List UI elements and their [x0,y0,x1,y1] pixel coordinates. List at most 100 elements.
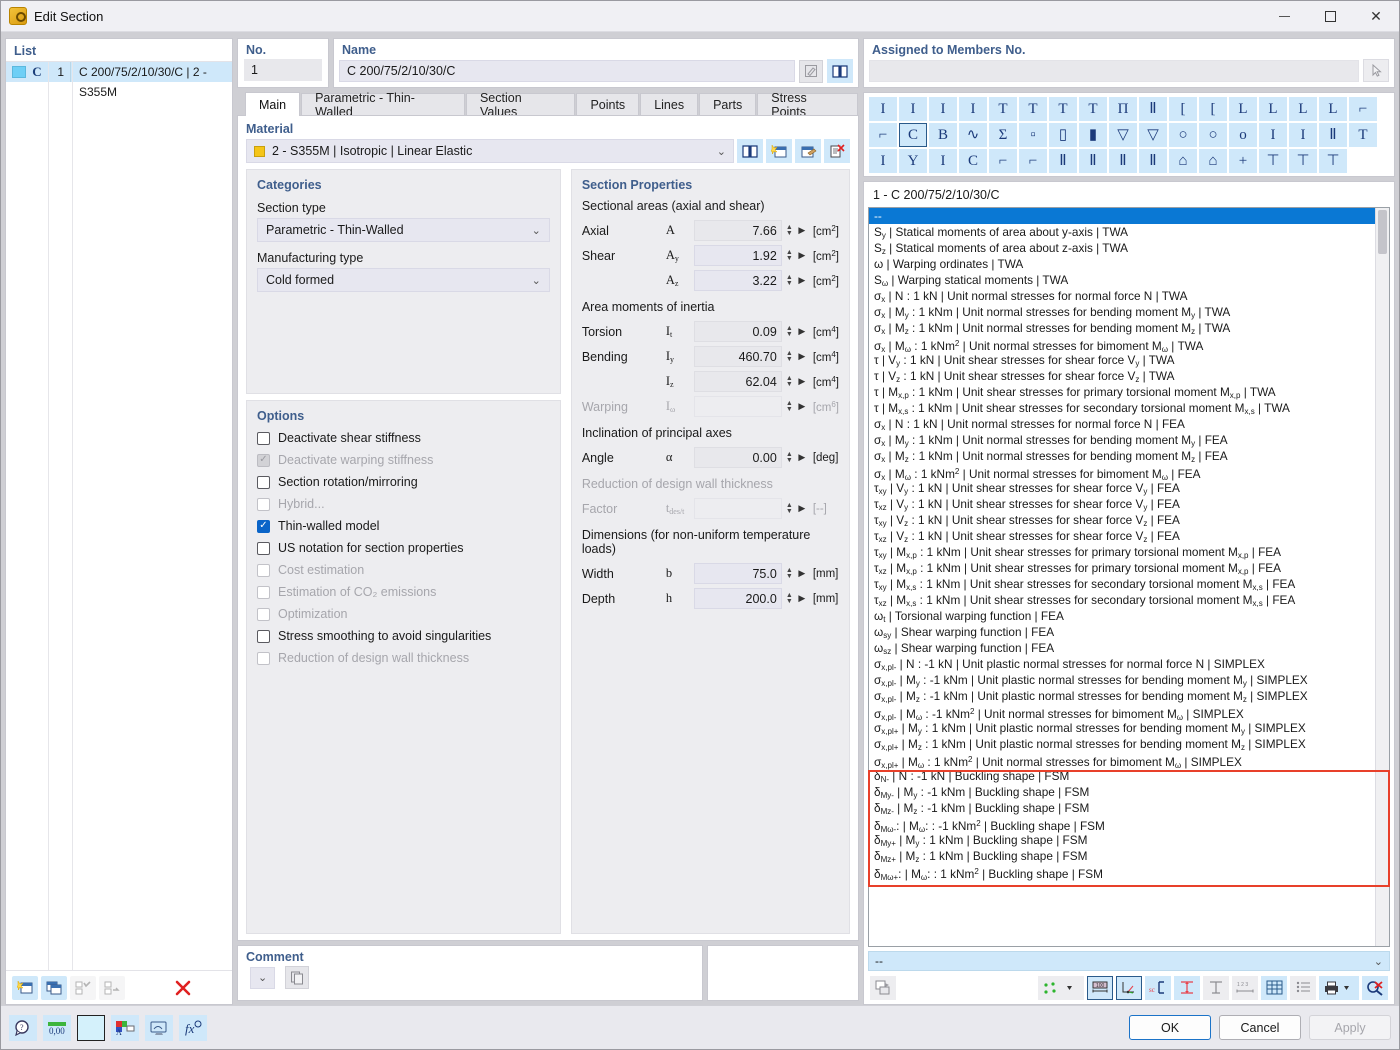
delete-material-icon[interactable] [824,139,850,163]
section-shape-button[interactable]: Ⅱ [1139,97,1167,121]
checkbox-icon[interactable] [257,630,270,643]
points-dropdown-icon[interactable] [1038,976,1084,1000]
export-icon[interactable] [870,976,896,1000]
expand-arrow-icon[interactable]: ▶ [795,452,809,463]
result-list-item[interactable]: σx | My : 1 kNm | Unit normal stresses f… [869,304,1389,320]
result-list-item[interactable]: Sy | Statical moments of area about y-ax… [869,224,1389,240]
option-checkbox[interactable]: US notation for section properties [257,537,550,559]
section-shape-button[interactable]: L [1229,97,1257,121]
result-list-item[interactable]: τxz | Vy : 1 kN | Unit shear stresses fo… [869,496,1389,512]
name-input[interactable]: C 200/75/2/10/30/C [339,60,795,82]
section-shape-button[interactable]: [ [1199,97,1227,121]
section-shape-button[interactable]: T [1349,123,1377,147]
new-material-icon[interactable] [766,139,792,163]
print-icon[interactable] [1319,976,1359,1000]
section-shape-button[interactable]: I [1259,123,1287,147]
section-shape-button[interactable]: I [929,97,957,121]
result-list-item[interactable]: δMω+: | Mω: : 1 kNm2 | Buckling shape | … [869,864,1389,880]
result-list-item[interactable]: ωsy | Shear warping function | FEA [869,624,1389,640]
expand-arrow-icon[interactable]: ▶ [795,401,809,412]
section-shape-button[interactable]: ⊤ [1319,149,1347,173]
list-item[interactable]: C 1 C 200/75/2/10/30/C | 2 - S355M [6,62,232,82]
result-list[interactable]: --Sy | Statical moments of area about y-… [869,208,1389,880]
expand-arrow-icon[interactable]: ▶ [795,326,809,337]
property-value-input[interactable]: 7.66 [694,220,782,241]
section-shape-button[interactable]: I [869,149,897,173]
section-shape-button[interactable]: Ⅱ [1049,149,1077,173]
result-list-item[interactable]: τxy | Mx,s : 1 kNm | Unit shear stresses… [869,576,1389,592]
checkbox-icon[interactable] [257,542,270,555]
result-list-item[interactable]: τ | Vz : 1 kN | Unit shear stresses for … [869,368,1389,384]
display-icon[interactable] [145,1015,173,1041]
result-list-item[interactable]: τ | Mx,p : 1 kNm | Unit shear stresses f… [869,384,1389,400]
result-list-item[interactable]: δMz+ | Mz : 1 kNm | Buckling shape | FSM [869,848,1389,864]
render-icon[interactable]: A [111,1015,139,1041]
assigned-members-input[interactable] [869,60,1359,82]
manufacturing-type-select[interactable]: Cold formed ⌄ [257,268,550,292]
section-shape-button[interactable]: Ⅱ [1319,123,1347,147]
zoom-reset-icon[interactable] [1362,976,1388,1000]
result-list-item[interactable]: ωsz | Shear warping function | FEA [869,640,1389,656]
property-value-input[interactable]: 460.70 [694,346,782,367]
result-list-item[interactable]: σx,pl- | My : -1 kNm | Unit plastic norm… [869,672,1389,688]
section-shape-button[interactable]: ⊤ [1289,149,1317,173]
expand-arrow-icon[interactable]: ▶ [795,503,809,514]
section-shape-button[interactable]: T [1019,97,1047,121]
help-icon[interactable]: ? [9,1015,37,1041]
table-icon[interactable] [1290,976,1316,1000]
spinner-icon[interactable]: ▲▼ [784,503,795,515]
checkbox-icon[interactable] [257,520,270,533]
result-list-item[interactable]: δN- | N : -1 kN | Buckling shape | FSM [869,768,1389,784]
spinner-icon[interactable]: ▲▼ [784,452,795,464]
result-list-item[interactable]: ω | Warping ordinates | TWA [869,256,1389,272]
cancel-button[interactable]: Cancel [1219,1015,1301,1040]
expand-arrow-icon[interactable]: ▶ [795,225,809,236]
property-value-input[interactable]: 0.09 [694,321,782,342]
section-shape-button[interactable]: B [929,123,957,147]
section-shape-button[interactable]: T [1049,97,1077,121]
result-list-item[interactable]: σx | Mz : 1 kNm | Unit normal stresses f… [869,320,1389,336]
section-shape-button[interactable]: T [989,97,1017,121]
section-shape-button[interactable]: ▽ [1109,123,1137,147]
section-shape-button[interactable]: ⌐ [869,123,897,147]
tab-points[interactable]: Points [576,93,639,116]
ok-button[interactable]: OK [1129,1015,1211,1040]
spinner-icon[interactable]: ▲▼ [784,401,795,413]
result-list-item[interactable]: -- [869,208,1389,224]
copy-icon[interactable] [285,966,309,989]
result-list-item[interactable]: σx | N : 1 kN | Unit normal stresses for… [869,288,1389,304]
section-type-select[interactable]: Parametric - Thin-Walled ⌄ [257,218,550,242]
spinner-icon[interactable]: ▲▼ [784,568,795,580]
depth-dimension-icon[interactable] [1174,976,1200,1000]
formula-icon[interactable]: fx [179,1015,207,1041]
result-list-item[interactable]: Sz | Statical moments of area about z-ax… [869,240,1389,256]
tab-parametric-thin-walled[interactable]: Parametric - Thin-Walled [301,93,465,116]
section-shape-button[interactable]: ⊤ [1259,149,1287,173]
minimize-button[interactable] [1261,1,1307,32]
checkbox-icon[interactable] [257,476,270,489]
property-value-input[interactable]: 0.00 [694,447,782,468]
close-button[interactable]: ✕ [1353,1,1399,32]
result-list-item[interactable]: τxz | Vz : 1 kN | Unit shear stresses fo… [869,528,1389,544]
property-value-input[interactable]: 1.92 [694,245,782,266]
section-shape-button[interactable]: I [899,97,927,121]
tab-parts[interactable]: Parts [699,93,756,116]
section-shape-button[interactable]: o [1229,123,1257,147]
section-shape-button[interactable]: ⌐ [1019,149,1047,173]
property-value-input[interactable]: 200.0 [694,588,782,609]
result-list-item[interactable]: σx,pl+ | Mz : 1 kNm | Unit plastic norma… [869,736,1389,752]
axes-icon[interactable] [1116,976,1142,1000]
property-value-input[interactable]: 75.0 [694,563,782,584]
section-shape-button[interactable]: ⌐ [1349,97,1377,121]
property-value-input[interactable]: 3.22 [694,270,782,291]
spinner-icon[interactable]: ▲▼ [784,250,795,262]
maximize-button[interactable] [1307,1,1353,32]
section-shape-button[interactable]: T [1079,97,1107,121]
spinner-icon[interactable]: ▲▼ [784,593,795,605]
copy-section-icon[interactable] [41,976,67,1000]
result-list-item[interactable]: τxz | Mx,s : 1 kNm | Unit shear stresses… [869,592,1389,608]
section-shape-button[interactable]: ▫ [1019,123,1047,147]
tab-main[interactable]: Main [245,92,300,116]
section-shape-button[interactable]: ▯ [1049,123,1077,147]
property-value-input[interactable] [694,498,782,519]
